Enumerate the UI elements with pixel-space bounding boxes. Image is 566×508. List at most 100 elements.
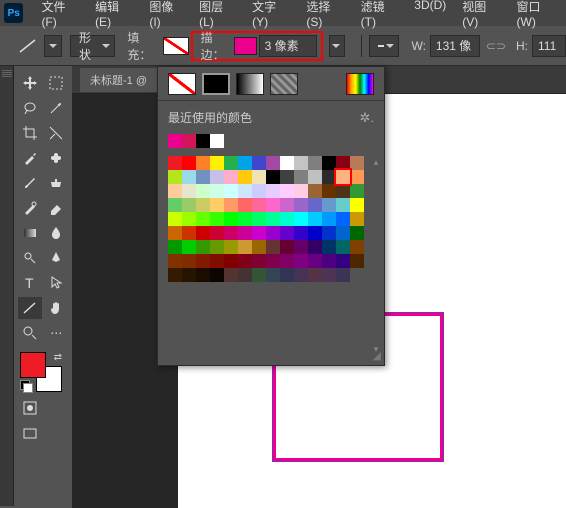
swatch[interactable] bbox=[308, 156, 322, 170]
gradient-option[interactable] bbox=[236, 73, 264, 95]
swatch[interactable] bbox=[182, 212, 196, 226]
swatch[interactable] bbox=[280, 170, 294, 184]
swap-colors-icon[interactable]: ⇄ bbox=[54, 352, 62, 363]
swatch[interactable] bbox=[238, 254, 252, 268]
fill-swatch[interactable] bbox=[163, 37, 188, 55]
swatch[interactable] bbox=[224, 240, 238, 254]
swatch[interactable] bbox=[224, 170, 238, 184]
swatch[interactable] bbox=[252, 240, 266, 254]
swatch[interactable] bbox=[294, 170, 308, 184]
swatch[interactable] bbox=[238, 268, 252, 282]
blur-tool[interactable] bbox=[45, 222, 69, 244]
no-color-option[interactable] bbox=[168, 73, 196, 95]
swatch[interactable] bbox=[252, 184, 266, 198]
swatch[interactable] bbox=[196, 184, 210, 198]
swatch[interactable] bbox=[294, 212, 308, 226]
menu-item[interactable]: 编辑(E) bbox=[87, 0, 141, 29]
menu-item[interactable]: 图像(I) bbox=[141, 0, 191, 29]
dodge-tool[interactable] bbox=[18, 247, 42, 269]
swatch[interactable] bbox=[322, 254, 336, 268]
swatch[interactable] bbox=[252, 156, 266, 170]
swatch[interactable] bbox=[308, 212, 322, 226]
swatch[interactable] bbox=[350, 226, 364, 240]
swatch[interactable] bbox=[238, 212, 252, 226]
swatch[interactable] bbox=[252, 212, 266, 226]
swatch[interactable] bbox=[350, 254, 364, 268]
eraser-tool[interactable] bbox=[45, 197, 69, 219]
path-selection-tool[interactable] bbox=[45, 272, 69, 294]
stroke-width-dropdown[interactable] bbox=[329, 35, 345, 57]
swatch[interactable] bbox=[266, 254, 280, 268]
swatch[interactable] bbox=[210, 184, 224, 198]
history-brush-tool[interactable] bbox=[18, 197, 42, 219]
swatch[interactable] bbox=[238, 198, 252, 212]
swatch[interactable] bbox=[168, 212, 182, 226]
menu-item[interactable]: 选择(S) bbox=[298, 0, 352, 29]
swatch[interactable] bbox=[266, 170, 280, 184]
swatch[interactable] bbox=[308, 184, 322, 198]
menu-item[interactable]: 文字(Y) bbox=[244, 0, 298, 29]
healing-brush-tool[interactable] bbox=[45, 147, 69, 169]
swatch[interactable] bbox=[224, 254, 238, 268]
swatch[interactable] bbox=[308, 170, 322, 184]
width-input[interactable] bbox=[430, 35, 480, 57]
swatch[interactable] bbox=[182, 170, 196, 184]
swatch[interactable] bbox=[336, 184, 350, 198]
swatch[interactable] bbox=[224, 212, 238, 226]
swatch[interactable] bbox=[322, 212, 336, 226]
swatch[interactable] bbox=[280, 254, 294, 268]
screen-mode-toggle[interactable] bbox=[18, 424, 42, 444]
swatch[interactable] bbox=[252, 198, 266, 212]
swatch[interactable] bbox=[196, 240, 210, 254]
swatch[interactable] bbox=[280, 212, 294, 226]
swatch[interactable] bbox=[336, 254, 350, 268]
swatch[interactable] bbox=[196, 156, 210, 170]
swatch[interactable] bbox=[224, 184, 238, 198]
swatch[interactable] bbox=[308, 240, 322, 254]
swatch[interactable] bbox=[224, 198, 238, 212]
swatch[interactable] bbox=[238, 240, 252, 254]
document-tab[interactable]: 未标题-1 @ bbox=[80, 68, 157, 92]
clone-stamp-tool[interactable] bbox=[45, 172, 69, 194]
swatch[interactable] bbox=[322, 198, 336, 212]
gear-icon[interactable]: ✲. bbox=[359, 110, 374, 126]
swatch[interactable] bbox=[294, 254, 308, 268]
swatch[interactable] bbox=[266, 212, 280, 226]
swatch[interactable] bbox=[336, 240, 350, 254]
swatch[interactable] bbox=[196, 254, 210, 268]
marquee-tool[interactable] bbox=[45, 72, 69, 94]
stroke-style-dropdown[interactable] bbox=[369, 35, 399, 57]
swatch[interactable] bbox=[294, 226, 308, 240]
zoom-tool[interactable] bbox=[18, 322, 42, 344]
menu-item[interactable]: 3D(D) bbox=[406, 0, 454, 29]
color-picker-button[interactable] bbox=[346, 73, 374, 95]
swatch[interactable] bbox=[252, 254, 266, 268]
swatch[interactable] bbox=[210, 240, 224, 254]
foreground-color[interactable] bbox=[20, 352, 46, 378]
swatch[interactable] bbox=[196, 212, 210, 226]
swatch[interactable] bbox=[322, 268, 336, 282]
menu-item[interactable]: 滤镜(T) bbox=[353, 0, 407, 29]
eyedropper-tool[interactable] bbox=[18, 147, 42, 169]
swatch[interactable] bbox=[168, 134, 182, 148]
swatch[interactable] bbox=[266, 156, 280, 170]
swatch[interactable] bbox=[210, 226, 224, 240]
swatch[interactable] bbox=[168, 184, 182, 198]
swatch[interactable] bbox=[266, 226, 280, 240]
swatch[interactable] bbox=[182, 254, 196, 268]
swatch[interactable] bbox=[196, 226, 210, 240]
swatch[interactable] bbox=[182, 240, 196, 254]
swatch[interactable] bbox=[266, 240, 280, 254]
swatch[interactable] bbox=[238, 170, 252, 184]
swatch[interactable] bbox=[210, 268, 224, 282]
swatch[interactable] bbox=[336, 212, 350, 226]
move-tool[interactable] bbox=[18, 72, 42, 94]
swatch[interactable] bbox=[322, 156, 336, 170]
swatch[interactable] bbox=[168, 170, 182, 184]
swatch[interactable] bbox=[210, 212, 224, 226]
swatch[interactable] bbox=[182, 268, 196, 282]
swatch[interactable] bbox=[350, 170, 364, 184]
swatch[interactable] bbox=[280, 268, 294, 282]
brush-tool[interactable] bbox=[18, 172, 42, 194]
stroke-swatch[interactable] bbox=[234, 37, 257, 55]
